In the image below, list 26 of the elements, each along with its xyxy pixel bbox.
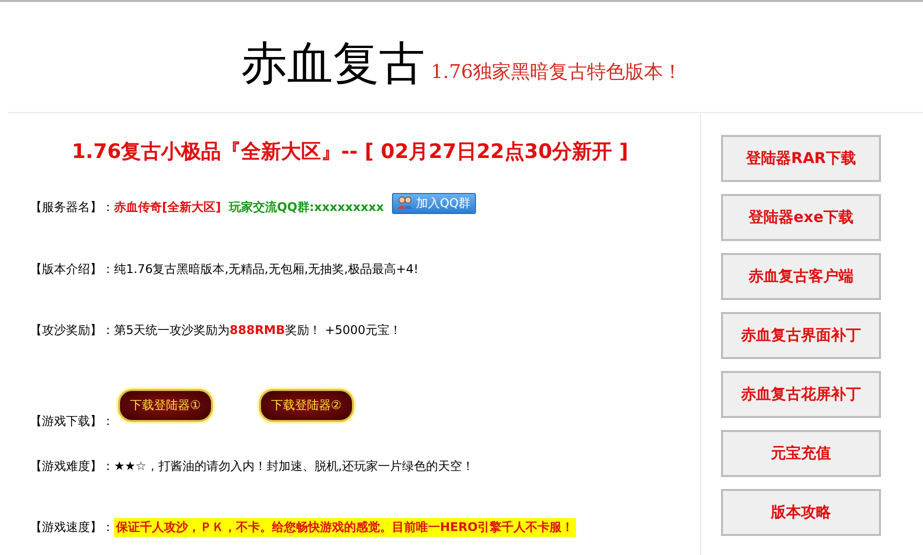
info-text: 第5天统一攻沙奖励为888RMB奖励！ +5000元宝！ — [114, 322, 402, 339]
field-label: 【服务器名】： — [30, 198, 114, 216]
field-label: 【攻沙奖励】： — [30, 322, 114, 339]
join-group-button[interactable]: 加入QQ群 — [392, 192, 476, 214]
people-icon — [396, 196, 413, 210]
qq-group-text: 玩家交流QQ群:xxxxxxxxx — [228, 198, 384, 216]
sidebar-button[interactable]: 赤血复古花屏补丁 — [721, 371, 881, 418]
download-button[interactable]: 下载登陆器① — [118, 389, 213, 422]
sidebar-button[interactable]: 登陆器RAR下载 — [721, 135, 881, 182]
field-label: 【游戏速度】： — [30, 519, 114, 536]
sidebar-button[interactable]: 元宝充值 — [721, 430, 881, 477]
sidebar-button[interactable]: 赤血复古界面补丁 — [721, 312, 881, 359]
headline: 1.76复古小极品『全新大区』-- [ 02月27日22点30分新开 ] — [70, 138, 630, 165]
field-label: 【游戏下载】： — [30, 413, 114, 430]
info-text: 纯1.76复古黑暗版本,无精品,无包厢,无抽奖,极品最高+4! — [114, 261, 418, 278]
sidebar-button[interactable]: 登陆器exe下载 — [721, 194, 881, 241]
sidebar-button[interactable]: 赤血复古客户端 — [721, 253, 881, 300]
highlighted-text: 保证千人攻沙，ＰＫ，不卡。给您畅快游戏的感觉。目前唯一HERO引擎千人不卡服！ — [114, 518, 576, 537]
field-label: 【版本介绍】： — [30, 261, 114, 278]
sidebar-button[interactable]: 版本攻略 — [721, 489, 881, 536]
tagline: 1.76独家黑暗复古特色版本！ — [430, 63, 682, 82]
field-label: 【游戏难度】： — [30, 458, 114, 475]
info-text: ★★☆，打酱油的请勿入内！封加速、脱机,还玩家一片绿色的天空！ — [114, 458, 474, 475]
site-title: 赤血复古 — [240, 40, 425, 86]
download-button[interactable]: 下载登陆器② — [258, 389, 354, 422]
server-name: 赤血传奇[全新大区] — [114, 198, 221, 216]
